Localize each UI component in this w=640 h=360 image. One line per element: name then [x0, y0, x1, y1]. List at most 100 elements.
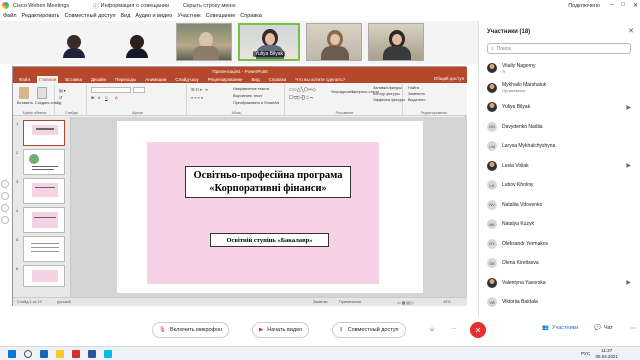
tab-help[interactable]: Справка [267, 76, 289, 83]
system-clock[interactable]: 11:37 08.04.2021 [595, 348, 618, 359]
hide-menu-button[interactable]: Скрыть строку меню [183, 3, 235, 9]
participants-mini-icon[interactable] [1, 216, 9, 224]
participant-row[interactable]: NV Nataliia Vdovenko [487, 196, 635, 214]
participant-video-tile[interactable] [176, 23, 232, 61]
participants-toggle-button[interactable]: 👥 Участники [542, 325, 578, 331]
menu-item-participant[interactable]: Участник [177, 13, 200, 19]
shapes-gallery[interactable]: ▭○△╲⬡⇨◇ [289, 87, 316, 93]
search-taskbar-icon[interactable] [24, 349, 32, 358]
participant-row[interactable]: Lesia Voliak ▶ [487, 157, 635, 175]
unmute-button[interactable]: 🎙 Включить микрофон [152, 322, 230, 338]
bullets-button[interactable]: ☰ ☷ ⇤ ⇥ [191, 87, 207, 92]
slide-subtitle-box[interactable]: Освітній ступінь «Бакалавр» [210, 233, 329, 247]
participant-row[interactable]: Vitaliy Nagorny Я [487, 59, 635, 77]
participant-row[interactable]: Yuliya Bilyak ▶ [487, 98, 635, 116]
leave-meeting-button[interactable]: ✕ [470, 322, 486, 338]
select-button[interactable]: Выделить [408, 98, 426, 102]
align-text-button[interactable]: Выровнять текст [233, 94, 263, 98]
participant-video-tile[interactable] [55, 23, 93, 61]
slide-thumbnail[interactable] [23, 236, 65, 262]
slide-thumbnail[interactable] [23, 149, 65, 175]
powerpoint-taskbar-icon[interactable] [72, 349, 80, 358]
minimize-icon[interactable]: – [610, 2, 613, 9]
tab-transitions[interactable]: Переходы [113, 76, 138, 83]
tell-me-search[interactable]: Что вы хотите сделать? [293, 76, 347, 83]
participant-video-tile[interactable] [306, 23, 362, 61]
slide-thumbnail[interactable] [23, 207, 65, 233]
explorer-icon[interactable] [56, 349, 64, 358]
paste-icon[interactable] [19, 87, 29, 99]
text-direction-button[interactable]: Направление текста [233, 87, 269, 91]
participants-search-input[interactable]: ⌕ Поиск [487, 43, 631, 54]
connection-status[interactable]: Подключено [568, 3, 600, 9]
tab-slideshow[interactable]: Слайд-шоу [173, 76, 200, 83]
underline-button[interactable]: Ч [105, 96, 108, 100]
floating-panel-handle[interactable] [0, 176, 10, 236]
windows-start-icon[interactable] [8, 349, 16, 358]
italic-button[interactable]: К [98, 96, 100, 100]
tab-review[interactable]: Рецензирование [206, 76, 245, 83]
participant-video-tile[interactable] [368, 23, 424, 61]
menu-item-meeting[interactable]: Совещание [206, 13, 236, 19]
participant-row[interactable]: OK Olena Kireitseva [487, 254, 635, 272]
font-size-select[interactable] [133, 87, 145, 93]
maximize-icon[interactable]: □ [621, 2, 625, 9]
edge-icon[interactable] [40, 349, 48, 358]
comments-button[interactable]: Примечания [339, 300, 361, 304]
paste-button[interactable]: Вставить [17, 101, 33, 105]
tab-home[interactable]: Главная [37, 76, 59, 83]
webex-taskbar-icon[interactable] [104, 349, 112, 358]
slide-thumbnail[interactable] [23, 265, 65, 287]
replace-button[interactable]: Заменить [408, 92, 425, 96]
tab-view[interactable]: Вид [250, 76, 262, 83]
notes-button[interactable]: Заметки [313, 300, 328, 304]
menu-item-edit[interactable]: Редактировать [22, 13, 60, 19]
active-speaker-tile[interactable]: Yuliya Bilyak [238, 23, 300, 61]
menu-item-help[interactable]: Справка [240, 13, 262, 19]
participant-row[interactable]: Mykhailo Marshaluk Организатор [487, 79, 635, 97]
shapes-gallery-row2[interactable]: ☐⬭▷{}☆⌒ [289, 95, 313, 101]
participant-row[interactable]: DN Davydenko Nadiia [487, 118, 635, 136]
current-slide[interactable]: Освітньо-професійна програма «Корпоратив… [117, 121, 423, 293]
bold-button[interactable]: Ж [91, 96, 94, 100]
slide-editor-canvas[interactable]: Освітньо-професійна програма «Корпоратив… [71, 117, 467, 297]
participant-row[interactable]: NK Natalya Kuzyk [487, 215, 635, 233]
slide-title-box[interactable]: Освітньо-професійна програма «Корпоратив… [185, 166, 351, 198]
participant-row[interactable]: LM Larysa Mykhalchyshyna [487, 137, 635, 155]
share-mini-icon[interactable] [1, 204, 9, 212]
powerpoint-share-button[interactable]: Общий доступ [434, 76, 464, 81]
participant-row[interactable]: Valentyna Yavorska ▶ [487, 274, 635, 292]
participant-video-tile[interactable] [118, 23, 156, 61]
menu-item-share[interactable]: Совместный доступ [65, 13, 116, 19]
chat-toggle-button[interactable]: 💬 Чат [594, 325, 613, 331]
slide-thumbnail[interactable] [23, 120, 65, 146]
reset-button[interactable]: ↺ [59, 95, 62, 100]
slide-thumbnail[interactable] [23, 178, 65, 204]
view-buttons[interactable]: ▭ ▦ ▤ ▷ [397, 300, 414, 305]
meeting-info-button[interactable]: ⓘ Информация о совещании [93, 2, 169, 10]
find-button[interactable]: Найти [408, 86, 419, 90]
shape-fill-button[interactable]: Заливка фигуры [373, 86, 402, 90]
shape-effects-button[interactable]: Эффекты фигуры [373, 98, 405, 102]
tab-insert[interactable]: Вставка [63, 76, 84, 83]
video-mini-icon[interactable] [1, 192, 9, 200]
tab-design[interactable]: Дизайн [89, 76, 108, 83]
start-video-button[interactable]: ▶ Начать видео [252, 322, 310, 338]
font-name-select[interactable] [91, 87, 131, 93]
align-buttons[interactable]: ≡ ≡ ≡ ≡ [191, 96, 203, 100]
layout-button[interactable]: ▤ ▾ [59, 88, 66, 93]
share-button[interactable]: ⇪ Совместный доступ [332, 322, 406, 338]
more-options-button[interactable]: ⋯ [446, 322, 462, 338]
tab-animations[interactable]: Анимации [143, 76, 168, 83]
font-color-button[interactable]: A [115, 96, 118, 100]
mic-mini-icon[interactable] [1, 180, 9, 188]
participant-row[interactable]: VB Viktoriia Baidala [487, 293, 635, 311]
participant-row[interactable]: OY Oleksandr Yermakov [487, 235, 635, 253]
participant-row[interactable]: LK Lubov Kholoiy [487, 176, 635, 194]
shape-outline-button[interactable]: Контур фигуры [373, 92, 400, 96]
emoji-reactions-button[interactable]: ☺ [424, 322, 440, 338]
zoom-level[interactable]: 49% [443, 300, 451, 304]
word-icon[interactable] [88, 349, 96, 358]
tab-file[interactable]: Файл [17, 76, 32, 83]
smartart-button[interactable]: Преобразовать в SmartArt [233, 101, 279, 105]
